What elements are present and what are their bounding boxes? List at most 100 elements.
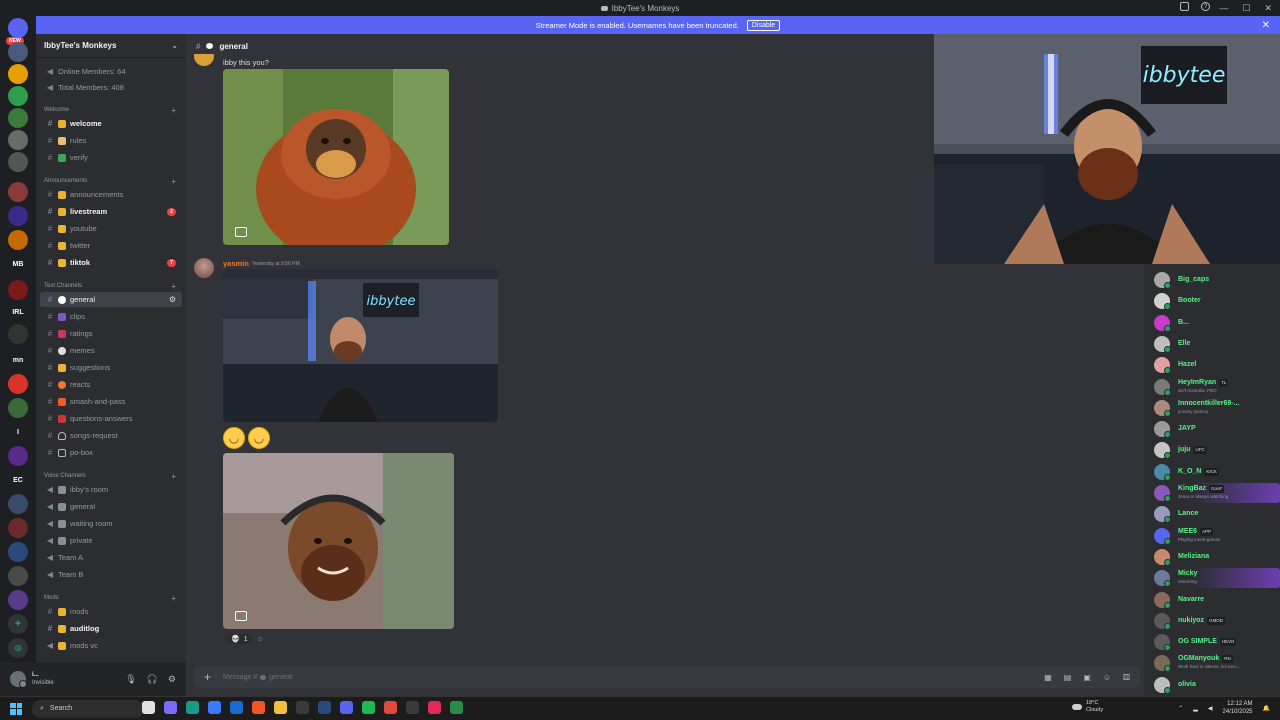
member-item[interactable]: HeyImRyan TL ain't Australia. PBO (1154, 377, 1280, 397)
channel-suggestions[interactable]: # suggestions (40, 360, 182, 375)
emoji-icon[interactable]: ☺ (1103, 673, 1111, 682)
member-item[interactable]: Navarre (1154, 590, 1280, 610)
category-announcements[interactable]: Announcements + (44, 176, 182, 186)
server-icon[interactable] (8, 152, 28, 172)
reaction-pill[interactable]: 💀 1 (226, 634, 253, 644)
store-icon[interactable] (208, 701, 221, 714)
microphone-icon[interactable]: 🎙 (125, 674, 136, 685)
clock[interactable]: 12:12 AM 24/10/2025 (1222, 700, 1252, 716)
voice-channel-team-b[interactable]: ◀ Team B (40, 567, 182, 582)
channel-youtube[interactable]: # youtube (40, 221, 182, 236)
gift-icon[interactable]: ▦ (1044, 673, 1052, 682)
channel-rules[interactable]: # rules (40, 133, 182, 148)
server-icon-mn[interactable]: mn (8, 350, 28, 370)
server-icon-mb[interactable]: MB (8, 254, 28, 274)
minimize-button[interactable]: — (1219, 3, 1228, 13)
voice-channel-ibbys-room[interactable]: ◀ ibby's room (40, 482, 182, 497)
sticker-icon[interactable]: ▣ (1083, 673, 1091, 682)
gif-icon[interactable]: ▤ (1064, 673, 1072, 682)
voice-channel-general[interactable]: ◀ general (40, 499, 182, 514)
server-icon[interactable] (8, 398, 28, 418)
channel-mods[interactable]: # mods (40, 604, 182, 619)
server-icon[interactable] (8, 590, 28, 610)
server-icon[interactable] (8, 130, 28, 150)
member-item[interactable]: Hazel (1154, 355, 1280, 375)
volume-icon[interactable]: ◀ (1208, 705, 1213, 712)
server-icon[interactable] (8, 542, 28, 562)
close-button[interactable]: ✕ (1264, 3, 1272, 14)
voice-channel-private[interactable]: ◀ private (40, 533, 182, 548)
apps-icon[interactable]: ⚄ (1123, 673, 1130, 682)
chrome-icon[interactable] (450, 701, 463, 714)
member-item[interactable]: Meliziana (1154, 547, 1280, 567)
channel-general[interactable]: # general ⚙ (40, 292, 182, 307)
folder-icon[interactable] (274, 701, 287, 714)
server-icon[interactable] (8, 108, 28, 128)
add-channel-icon[interactable]: + (171, 282, 176, 291)
server-icon[interactable] (8, 280, 28, 300)
channel-tiktok[interactable]: # tiktok 7 (40, 255, 182, 270)
channel-welcome[interactable]: # welcome (40, 116, 182, 131)
member-item[interactable]: Innocentkiller69-... yummy yummy (1154, 398, 1280, 418)
add-channel-icon[interactable]: + (171, 177, 176, 186)
voice-channel-mods-vc[interactable]: ◀ mods vc (40, 638, 182, 653)
member-item[interactable]: Booter (1154, 291, 1280, 311)
banner-close-icon[interactable]: ✕ (1262, 20, 1270, 31)
avatar[interactable] (10, 671, 27, 688)
server-icon-i[interactable]: I (8, 422, 28, 442)
chrome-icon[interactable] (384, 701, 397, 714)
server-icon[interactable] (8, 230, 28, 250)
category-mods[interactable]: Mods + (44, 593, 182, 603)
member-item[interactable]: JAYP (1154, 419, 1280, 439)
spotify-icon[interactable] (362, 701, 375, 714)
brave-icon[interactable] (252, 701, 265, 714)
help-icon[interactable]: ? (1201, 2, 1210, 11)
channel-twitter[interactable]: # twitter (40, 238, 182, 253)
steam-icon[interactable] (318, 701, 331, 714)
maximize-button[interactable]: ☐ (1242, 3, 1250, 14)
home-button[interactable] (8, 18, 28, 38)
attach-plus-icon[interactable]: + (204, 670, 211, 684)
server-icon[interactable] (8, 324, 28, 344)
avatar[interactable] (194, 54, 214, 66)
member-item[interactable]: OGManyouk RN Work hard in silence, let suc… (1154, 653, 1280, 673)
message-input[interactable]: Message # general (223, 674, 293, 681)
member-item[interactable]: K_O_N KICK (1154, 462, 1280, 482)
add-reaction-icon[interactable]: ☺ (257, 636, 264, 643)
stream-screenshot-image[interactable]: ibbytee (223, 269, 498, 422)
search-box[interactable]: ⌕ Search (32, 699, 144, 718)
category-welcome[interactable]: Welcome + (44, 105, 182, 115)
member-item[interactable]: juju UFC (1154, 440, 1280, 460)
network-icon[interactable]: ▂ (1193, 705, 1198, 712)
obs-icon[interactable] (296, 701, 309, 714)
server-icon[interactable] (8, 446, 28, 466)
channel-questions-answers[interactable]: # questions-answers (40, 411, 182, 426)
server-icon[interactable] (8, 86, 28, 106)
discover-icon[interactable]: ⊙ (8, 638, 28, 658)
member-item[interactable]: OG SIMPLE HEVN (1154, 632, 1280, 652)
app-icon[interactable] (406, 701, 419, 714)
channel-livestream[interactable]: # livestream 2 (40, 204, 182, 219)
message-author[interactable]: yasmin (223, 259, 249, 268)
user-info[interactable]: i... Invisible (32, 671, 54, 687)
channel-songs-request[interactable]: # songs-request (40, 428, 182, 443)
server-header[interactable]: IbbyTee's Monkeys ⌄ (36, 34, 186, 58)
orangutan-image[interactable] (223, 69, 449, 245)
member-item[interactable]: Micky restarting (1154, 568, 1280, 589)
inbox-icon[interactable] (1180, 2, 1189, 11)
channel-reacts[interactable]: # reacts (40, 377, 182, 392)
server-icon-ec[interactable]: EC (8, 470, 28, 490)
member-item[interactable]: B... (1154, 313, 1280, 333)
avatar[interactable] (194, 258, 214, 278)
channel-smash-and-pass[interactable]: # smash-and-pass (40, 394, 182, 409)
file-explorer-icon[interactable] (142, 701, 155, 714)
member-item[interactable]: Lance (1154, 504, 1280, 524)
server-icon-irl[interactable]: IRL (8, 302, 28, 322)
headphones-icon[interactable]: 🎧 (147, 674, 158, 685)
server-icon[interactable] (8, 182, 28, 202)
voice-channel-team-a[interactable]: ◀ Team A (40, 550, 182, 565)
start-button[interactable] (10, 702, 22, 715)
gear-icon[interactable]: ⚙ (168, 674, 176, 685)
server-icon[interactable] (8, 566, 28, 586)
voice-channel-waiting-room[interactable]: ◀ waiting room (40, 516, 182, 531)
